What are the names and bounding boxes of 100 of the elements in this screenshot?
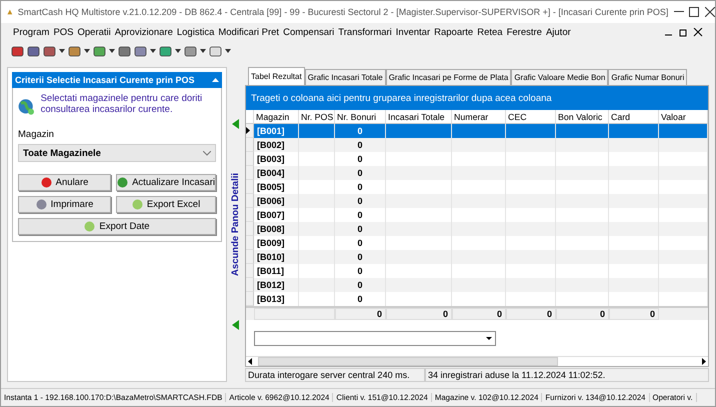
menu-item[interactable]: Modificari Pret (216, 26, 282, 38)
table-cell (556, 124, 609, 138)
table-cell (506, 278, 556, 292)
toolbar-icon[interactable] (11, 44, 24, 58)
table-cell (299, 194, 335, 208)
close-icon[interactable] (704, 7, 715, 17)
mdi-controls-icon[interactable] (665, 28, 705, 36)
toolbar-icon[interactable] (27, 44, 40, 58)
table-cell: 0 (335, 278, 386, 292)
tab[interactable]: Grafic Incasari pe Forme de Plata (386, 69, 512, 85)
table-cell (506, 124, 556, 138)
menu-item[interactable]: Operatii (76, 26, 113, 38)
table-cell (609, 124, 659, 138)
table-cell (386, 278, 452, 292)
table-cell: 0 (335, 194, 386, 208)
table-cell: [B008] (254, 222, 299, 236)
caret-icon[interactable] (200, 49, 206, 53)
menu-item[interactable]: Transformari (336, 26, 394, 38)
store-label: Magazin (18, 129, 55, 140)
table-cell (556, 138, 609, 152)
table-cell: [B012] (254, 278, 299, 292)
table-cell (506, 222, 556, 236)
caret-icon[interactable] (84, 49, 90, 53)
chevron-icon (203, 150, 211, 156)
table-cell (609, 138, 659, 152)
tab[interactable]: Tabel Rezultat (248, 67, 305, 85)
table-cell (659, 166, 708, 180)
table-cell (556, 278, 609, 292)
collapse-arrow-icon[interactable] (232, 320, 238, 330)
caret-icon[interactable] (225, 49, 231, 53)
table-cell: 0 (335, 222, 386, 236)
tab[interactable]: Grafic Numar Bonuri (608, 69, 688, 85)
total-cell: 0 (386, 308, 452, 320)
hide-panel-label[interactable]: Ascunde Panou Detalii (230, 173, 240, 276)
menu-item[interactable]: Inventar (394, 26, 432, 38)
menu-item[interactable]: Compensari (281, 26, 336, 38)
table-cell (452, 278, 506, 292)
menu-item[interactable]: Program (11, 26, 52, 38)
action-button[interactable]: Imprimare (18, 196, 112, 213)
table-cell (299, 278, 335, 292)
menu-item[interactable]: Retea (475, 26, 505, 38)
table-cell (386, 222, 452, 236)
table-cell: [B006] (254, 194, 299, 208)
store-dropdown[interactable]: Toate Magazinele (18, 144, 216, 162)
toolbar-icon[interactable] (93, 44, 106, 58)
filter-dropdown[interactable] (254, 330, 496, 346)
tab[interactable]: Grafic Valoare Medie Bon (511, 69, 608, 85)
menu-item[interactable]: POS (51, 26, 76, 38)
tab[interactable]: Grafic Incasari Totale (304, 69, 386, 85)
table-cell (506, 194, 556, 208)
table-cell (452, 166, 506, 180)
caret-icon[interactable] (59, 49, 65, 53)
scroll-right-icon[interactable] (702, 358, 706, 365)
menu-item[interactable]: Ajutor (544, 26, 573, 38)
panel-title: Criterii Selectie Incasari Curente prin POS (15, 75, 195, 85)
table-cell: 0 (335, 138, 386, 152)
caret-icon[interactable] (150, 49, 156, 53)
table-cell (659, 278, 708, 292)
table-cell (609, 194, 659, 208)
table-cell (299, 166, 335, 180)
table-cell (386, 138, 452, 152)
status-text: 34 inregistrari aduse la 11.12.2024 11:02:52. (425, 368, 709, 382)
collapse-icon[interactable] (212, 78, 219, 82)
total-cell: 0 (335, 308, 386, 320)
table-cell (609, 278, 659, 292)
table-cell: [B002] (254, 138, 299, 152)
horizontal-scrollbar[interactable] (246, 356, 708, 366)
table-cell (452, 250, 506, 264)
menu-item[interactable]: Ferestre (504, 26, 544, 38)
action-button[interactable]: Actualizare Incasari (116, 174, 216, 191)
table-cell (556, 166, 609, 180)
table-cell (299, 250, 335, 264)
minimize-icon[interactable] (674, 11, 684, 13)
menu-item[interactable]: Rapoarte (432, 26, 476, 38)
total-cell: 0 (609, 308, 659, 320)
menu-item[interactable]: Logistica (174, 26, 216, 38)
scroll-left-icon[interactable] (248, 358, 252, 365)
maximize-icon[interactable] (689, 7, 700, 17)
table-cell: [B010] (254, 250, 299, 264)
action-button[interactable]: Export Date (18, 218, 216, 235)
action-button[interactable]: Export Excel (116, 196, 216, 213)
current-row-icon (246, 127, 250, 134)
table-cell (506, 166, 556, 180)
table-cell: 0 (335, 250, 386, 264)
total-cell: 0 (452, 308, 506, 320)
action-button[interactable]: Anulare (18, 174, 112, 191)
table-cell (556, 222, 609, 236)
table-cell: [B001] (254, 124, 299, 138)
menu-item[interactable]: Aprovizionare (112, 26, 175, 38)
table-cell (386, 194, 452, 208)
total-cell: 0 (556, 308, 609, 320)
scrollbar-thumb[interactable] (258, 356, 558, 366)
table-cell (386, 166, 452, 180)
table-cell: 0 (335, 166, 386, 180)
collapse-arrow-icon[interactable] (232, 119, 238, 129)
table-cell (299, 124, 335, 138)
toolbar-icon[interactable] (184, 44, 197, 58)
caret-icon[interactable] (175, 49, 181, 53)
toolbar-icon[interactable] (118, 44, 131, 58)
caret-icon[interactable] (109, 49, 115, 53)
